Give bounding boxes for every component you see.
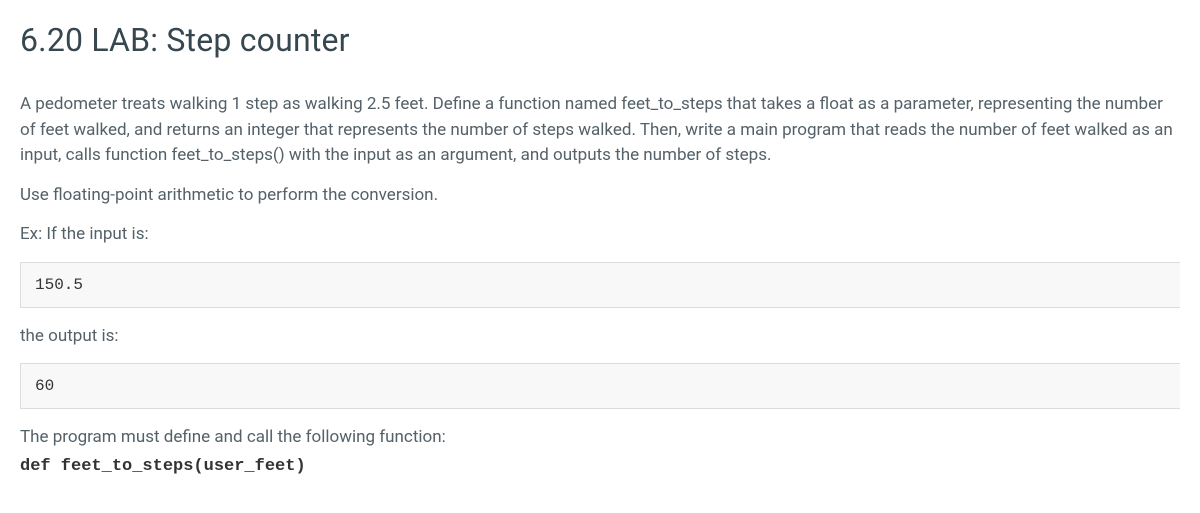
example-input-code: 150.5: [20, 262, 1180, 308]
example-input-label: Ex: If the input is:: [20, 222, 1180, 248]
example-output-label: the output is:: [20, 324, 1180, 350]
description-paragraph-2: Use floating-point arithmetic to perform…: [20, 183, 1180, 209]
example-output-code: 60: [20, 363, 1180, 409]
page-title: 6.20 LAB: Step counter: [20, 16, 1180, 64]
function-signature-code: def feet_to_steps(user_feet): [20, 457, 306, 476]
lab-document: 6.20 LAB: Step counter A pedometer treat…: [0, 0, 1200, 499]
function-requirement-label: The program must define and call the fol…: [20, 425, 1180, 451]
description-paragraph-1: A pedometer treats walking 1 step as wal…: [20, 92, 1180, 169]
